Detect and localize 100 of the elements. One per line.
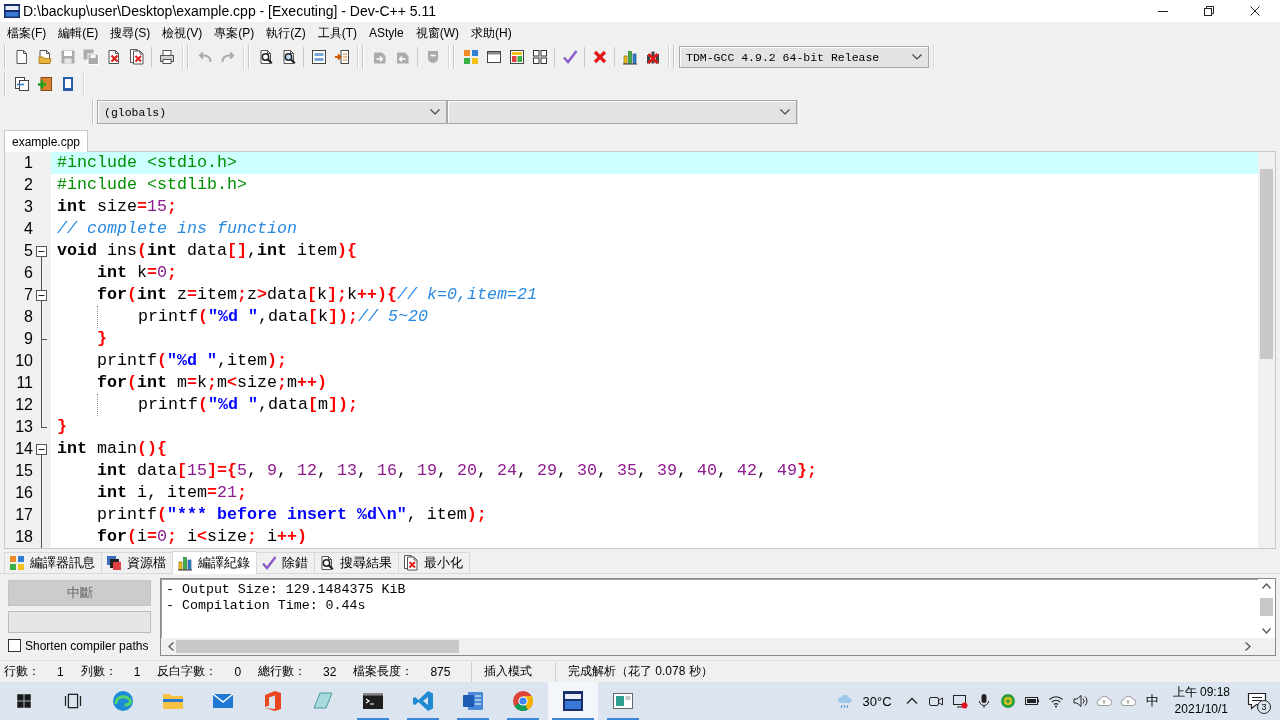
line-number: 14 <box>15 439 33 459</box>
overlapping-pages-icon[interactable] <box>13 75 30 92</box>
clock-date[interactable]: 2021/10/1 <box>1174 701 1228 718</box>
screen-record-icon[interactable] <box>951 693 968 709</box>
code-line: printf("%d ",data[m]); <box>137 394 358 416</box>
chevron-right-icon[interactable] <box>1245 642 1251 651</box>
check-icon[interactable] <box>561 49 578 65</box>
page-magnifier-icon <box>319 555 335 571</box>
chevron-left-icon[interactable] <box>168 642 174 651</box>
line-number: 13 <box>15 417 33 437</box>
menu-item[interactable]: 搜尋(S) <box>104 24 157 42</box>
menu-item[interactable]: 檢視(V) <box>156 24 209 42</box>
menu-item[interactable]: 檔案(F) <box>1 24 53 42</box>
round-app-icon[interactable] <box>999 693 1016 709</box>
menu-item[interactable]: 工具(T) <box>311 24 363 42</box>
window-title: D:\backup\user\Desktop\example.cpp - [Executing] - Dev-C++ 5.11 <box>23 3 436 19</box>
grid-icon[interactable] <box>531 49 548 65</box>
log-line: - Output Size: 129.1484375 KiB <box>166 582 406 598</box>
menu-item[interactable]: 視窗(W) <box>409 24 465 42</box>
line-number: 4 <box>24 219 33 239</box>
four-squares-icon[interactable] <box>462 49 479 65</box>
wifi-icon[interactable] <box>1047 693 1064 709</box>
line-number: 18 <box>15 527 33 547</box>
bar-chart-icon <box>177 555 193 571</box>
pages-cross-icon[interactable] <box>128 49 145 65</box>
menu-item[interactable]: AStyle <box>363 24 410 42</box>
speaker-icon[interactable] <box>1071 693 1088 709</box>
panel-tab[interactable]: 除錯 <box>256 552 315 573</box>
cross-icon[interactable] <box>591 49 608 65</box>
status-value: 32 <box>323 664 337 679</box>
panel-tab[interactable]: 編譯紀錄 <box>172 551 257 574</box>
chevron-up-icon[interactable] <box>1262 583 1271 589</box>
compiler-select[interactable]: TDM-GCC 4.9.2 64-bit Release <box>679 46 929 68</box>
page-magnifier-icon[interactable] <box>280 49 297 65</box>
window-icon[interactable] <box>485 49 502 65</box>
page-cross-icon[interactable] <box>105 49 122 65</box>
stacked-squares-icon <box>106 555 122 571</box>
line-number: 8 <box>24 307 33 327</box>
menu-item[interactable]: 專案(P) <box>208 24 261 42</box>
page-magnifier-icon[interactable] <box>257 49 274 65</box>
arrow-page-icon[interactable] <box>333 49 350 65</box>
line-number: 16 <box>15 483 33 503</box>
status-label: 行數： <box>4 663 40 680</box>
panel-tab[interactable]: 編譯器訊息 <box>4 552 102 573</box>
vertical-scrollbar[interactable] <box>1258 152 1275 548</box>
status-value: 875 <box>430 664 451 679</box>
chevron-down-icon[interactable] <box>1262 628 1271 634</box>
document-tile-icon <box>461 689 485 713</box>
panel-tab[interactable]: 搜尋結果 <box>314 552 399 573</box>
app-logo-icon <box>4 3 20 19</box>
line-number: 15 <box>15 461 33 481</box>
menu-item[interactable]: 編輯(E) <box>52 24 105 42</box>
status-message: 完成解析（花了 0.078 秒） <box>568 663 713 680</box>
chevron-down-icon <box>780 109 790 115</box>
blank-page-icon[interactable] <box>13 49 30 65</box>
code-line: void ins(int data[],int item){ <box>57 240 357 262</box>
four-squares-icon <box>9 555 25 571</box>
line-number: 2 <box>24 175 33 195</box>
chevron-down-icon <box>912 54 922 60</box>
dropdown-field[interactable] <box>447 100 797 124</box>
panel-tab[interactable]: 資源檔 <box>101 552 173 573</box>
editor-tab[interactable]: example.cpp <box>4 130 89 152</box>
start-icon <box>15 692 33 710</box>
tiled-window-icon[interactable] <box>508 49 525 65</box>
scroll-thumb[interactable] <box>1260 169 1273 359</box>
checkbox[interactable] <box>8 639 21 652</box>
close-icon[interactable] <box>1250 6 1260 16</box>
code-line: for(i=0; i<size; i++) <box>97 526 307 548</box>
split-panel-icon[interactable] <box>310 49 327 65</box>
input-method-indicator[interactable]: 中 <box>1145 692 1159 710</box>
tile-logo-icon <box>561 689 585 713</box>
code-line: } <box>97 328 107 350</box>
cloud-upload-icon[interactable] <box>1095 693 1112 709</box>
scroll-thumb[interactable] <box>1260 598 1273 616</box>
horizontal-scrollbar[interactable] <box>161 638 1275 655</box>
restore-icon[interactable] <box>1204 6 1214 16</box>
chart-cross-icon[interactable] <box>644 49 661 65</box>
menu-item[interactable]: 執行(Z) <box>260 24 312 42</box>
scope-dropdown[interactable]: (globals) <box>97 100 447 124</box>
collapse-icon[interactable] <box>36 245 47 257</box>
page-folder-icon[interactable] <box>36 49 53 65</box>
plus-box-icon[interactable] <box>36 75 53 92</box>
printer-icon[interactable] <box>158 49 175 65</box>
collapse-icon[interactable] <box>36 289 47 301</box>
taskbar-button[interactable] <box>548 682 598 720</box>
code-line: #include <stdio.h> <box>57 152 237 174</box>
collapse-icon[interactable] <box>36 443 47 455</box>
code-line: } <box>57 416 67 438</box>
bar-chart-icon[interactable] <box>621 49 638 65</box>
code-line: printf("*** before insert %d\n", item); <box>97 504 487 526</box>
menu-item[interactable]: 求助(H) <box>465 24 518 42</box>
task-view-icon <box>63 691 83 711</box>
status-label: 反白字數： <box>157 663 218 680</box>
weather-temperature[interactable]: 30°C <box>862 693 892 709</box>
clock-time[interactable]: 上午 09:18 <box>1172 684 1230 701</box>
cloud-upload-icon[interactable] <box>1119 693 1136 709</box>
scroll-thumb[interactable] <box>176 640 459 653</box>
code-line: int i, item=21; <box>97 482 247 504</box>
panel-tab[interactable]: 最小化 <box>398 552 470 573</box>
minimize-icon[interactable] <box>1158 10 1168 12</box>
